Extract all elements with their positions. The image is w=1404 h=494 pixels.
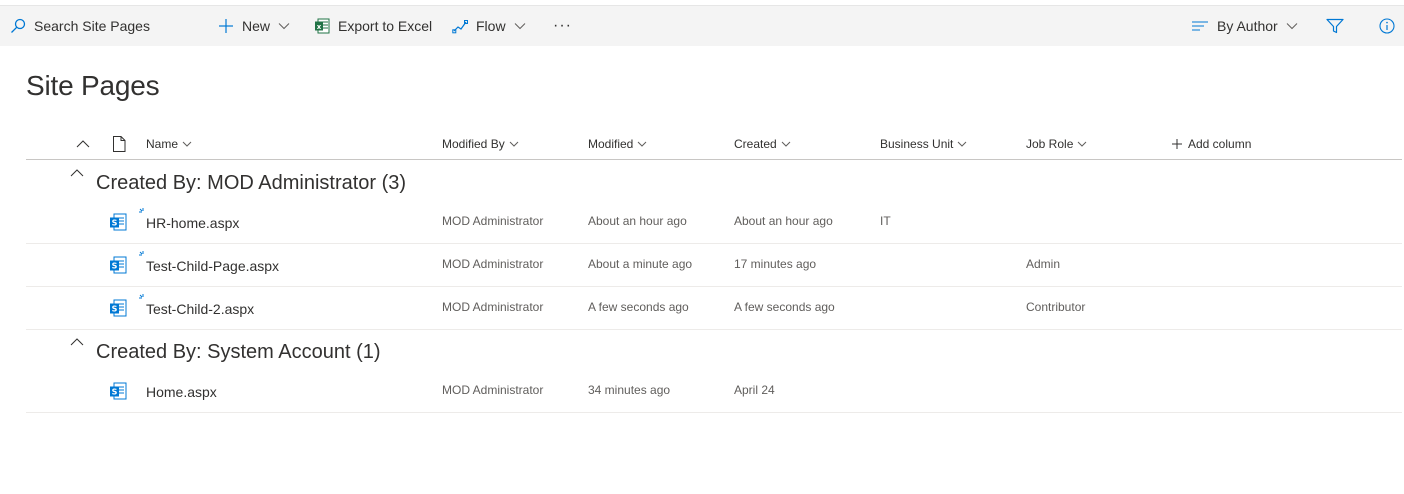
chevron-up-icon [76, 139, 90, 148]
group-header[interactable]: Created By: System Account (1) [26, 330, 1402, 374]
info-button[interactable] [1379, 6, 1395, 46]
list-row[interactable]: S HR-home.aspx MOD Administrator About a… [26, 201, 1402, 244]
filter-icon [1326, 18, 1344, 34]
column-header-modified[interactable]: Modified [588, 128, 647, 159]
chevron-down-icon [514, 22, 526, 30]
created-cell: 17 minutes ago [734, 257, 817, 271]
flow-button[interactable]: Flow [452, 6, 526, 46]
chevron-down-icon [1286, 22, 1298, 30]
modified-cell: About an hour ago [588, 214, 687, 228]
chevron-up-icon[interactable] [70, 169, 84, 177]
svg-text:S: S [112, 262, 118, 271]
excel-icon: x [314, 18, 330, 34]
list-column-header: Name Modified By Modified Created Busine… [26, 128, 1402, 160]
group-title: Created By: System Account (1) [96, 341, 381, 363]
svg-text:S: S [112, 219, 118, 228]
svg-text:x: x [317, 23, 322, 31]
business-unit-cell: IT [880, 214, 891, 228]
sharepoint-page-icon: S [109, 213, 127, 231]
modified-cell: 34 minutes ago [588, 383, 671, 397]
export-button-label: Export to Excel [338, 18, 433, 34]
document-icon [112, 135, 126, 152]
search-icon [10, 18, 34, 34]
view-switcher-button[interactable]: By Author [1191, 6, 1298, 46]
column-header-label: Created [734, 136, 777, 151]
list-row[interactable]: S Home.aspx MOD Administrator 34 minutes… [26, 370, 1402, 413]
flow-button-label: Flow [476, 18, 506, 34]
group-title: Created By: MOD Administrator (3) [96, 172, 407, 194]
group-header[interactable]: Created By: MOD Administrator (3) [26, 161, 1402, 205]
command-bar: Search Site Pages New x Export to Excel … [0, 5, 1404, 46]
column-header-modified-by[interactable]: Modified By [442, 128, 519, 159]
search-box[interactable]: Search Site Pages [10, 6, 150, 46]
new-button-label: New [242, 18, 271, 34]
file-type-column-header[interactable] [112, 128, 126, 159]
view-label: By Author [1217, 18, 1278, 34]
chevron-down-icon [509, 141, 519, 147]
chevron-down-icon [182, 141, 192, 147]
add-column-button[interactable]: Add column [1172, 128, 1251, 159]
sharepoint-page-icon: S [109, 256, 127, 274]
column-header-name[interactable]: Name [146, 128, 192, 159]
sharepoint-page-icon: S [109, 382, 127, 400]
chevron-down-icon [637, 141, 647, 147]
page-title: Site Pages [26, 70, 160, 101]
created-cell: About an hour ago [734, 214, 833, 228]
chevron-down-icon [1077, 141, 1087, 147]
job-role-cell: Contributor [1026, 300, 1086, 314]
add-column-label: Add column [1188, 136, 1252, 151]
chevron-up-icon[interactable] [70, 338, 84, 346]
job-role-cell: Admin [1026, 257, 1061, 271]
flow-icon [452, 18, 468, 34]
modified-by-cell[interactable]: MOD Administrator [442, 300, 543, 314]
export-to-excel-button[interactable]: x Export to Excel [314, 6, 432, 46]
column-header-business-unit[interactable]: Business Unit [880, 128, 967, 159]
column-header-label: Job Role [1026, 136, 1074, 151]
modified-cell: About a minute ago [588, 257, 693, 271]
info-icon [1379, 18, 1395, 34]
list-row[interactable]: S Test-Child-Page.aspx MOD Administrator… [26, 244, 1402, 287]
modified-by-cell[interactable]: MOD Administrator [442, 214, 543, 228]
column-header-label: Name [146, 136, 179, 151]
modified-by-cell[interactable]: MOD Administrator [442, 383, 543, 397]
column-header-created[interactable]: Created [734, 128, 791, 159]
svg-text:S: S [112, 388, 118, 397]
plus-icon [1172, 138, 1182, 149]
column-header-job-role[interactable]: Job Role [1026, 128, 1087, 159]
column-header-label: Modified [588, 136, 634, 151]
chevron-down-icon [278, 22, 290, 30]
modified-by-cell[interactable]: MOD Administrator [442, 257, 543, 271]
list-row[interactable]: S Test-Child-2.aspx MOD Administrator A … [26, 287, 1402, 330]
search-placeholder: Search Site Pages [34, 18, 150, 34]
svg-text:S: S [112, 305, 118, 314]
chevron-down-icon [957, 141, 967, 147]
new-button[interactable]: New [218, 6, 290, 46]
group-by-icon [1191, 20, 1209, 32]
created-cell: April 24 [734, 383, 775, 397]
more-icon: ··· [553, 17, 572, 34]
column-header-label: Business Unit [880, 136, 954, 151]
modified-cell: A few seconds ago [588, 300, 689, 314]
file-name-link[interactable]: Home.aspx [146, 384, 217, 400]
file-name-link[interactable]: Test-Child-Page.aspx [146, 258, 279, 274]
column-header-label: Modified By [442, 136, 505, 151]
more-button[interactable]: ··· [553, 6, 572, 46]
sharepoint-page-icon: S [109, 299, 127, 317]
filter-button[interactable] [1326, 6, 1344, 46]
chevron-down-icon [781, 141, 791, 147]
collapse-all-groups-toggle[interactable] [76, 128, 90, 159]
file-name-link[interactable]: HR-home.aspx [146, 215, 239, 231]
file-name-link[interactable]: Test-Child-2.aspx [146, 301, 254, 317]
plus-icon [218, 18, 234, 34]
created-cell: A few seconds ago [734, 300, 835, 314]
